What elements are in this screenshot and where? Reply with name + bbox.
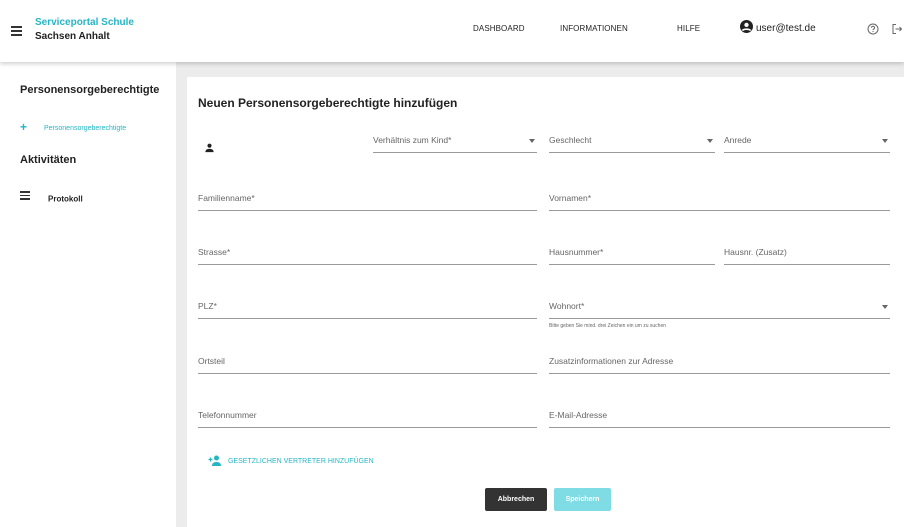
phone-field[interactable]: Telefonnummer <box>198 404 537 428</box>
person-icon <box>204 140 215 158</box>
brand-title: Serviceportal Schule <box>35 17 134 28</box>
nav-hilfe[interactable]: HILFE <box>677 24 700 33</box>
sidebar-item-add-guardian[interactable]: + Personensorgeberechtigte <box>20 120 126 134</box>
housenumber-extra-field[interactable]: Hausnr. (Zusatz) <box>724 241 890 265</box>
top-app-bar: Serviceportal Schule Sachsen Anhalt DASH… <box>0 0 904 62</box>
firstname-field[interactable]: Vornamen* <box>549 187 890 211</box>
sidebar-item-label: Protokoll <box>48 194 83 204</box>
email-field[interactable]: E-Mail-Adresse <box>549 404 890 428</box>
save-button[interactable]: Speichern <box>554 488 611 511</box>
chevron-down-icon <box>882 139 888 143</box>
add-representative-label: GESETZLICHEN VERTRETER HINZUFÜGEN <box>228 458 374 465</box>
guardian-form-card: Neuen Personensorgeberechtigte hinzufüge… <box>187 77 904 527</box>
person-add-icon <box>208 455 221 466</box>
chevron-down-icon <box>529 139 535 143</box>
page-title: Neuen Personensorgeberechtigte hinzufüge… <box>198 96 458 110</box>
account-circle-icon[interactable] <box>740 20 753 38</box>
chevron-down-icon <box>882 305 888 309</box>
salutation-select[interactable]: Anrede <box>724 129 890 153</box>
menu-icon[interactable] <box>11 26 22 36</box>
city-hint: Bitte geben Sie mind. drei Zeichen ein u… <box>549 323 667 329</box>
lastname-field[interactable]: Familienname* <box>198 187 537 211</box>
add-representative-button[interactable]: GESETZLICHEN VERTRETER HINZUFÜGEN <box>208 455 374 466</box>
address-info-field[interactable]: Zusatzinformationen zur Adresse <box>549 350 890 374</box>
gender-select[interactable]: Geschlecht <box>549 129 715 153</box>
sidebar-heading-activities: Aktivitäten <box>20 154 77 166</box>
logout-icon[interactable] <box>891 22 903 40</box>
list-icon <box>20 191 30 202</box>
sidebar-item-protokoll[interactable]: Protokoll <box>20 191 83 204</box>
street-field[interactable]: Strasse* <box>198 241 537 265</box>
user-email[interactable]: user@test.de <box>756 23 816 34</box>
housenumber-field[interactable]: Hausnummer* <box>549 241 715 265</box>
cancel-button[interactable]: Abbrechen <box>485 488 547 511</box>
city-select[interactable]: Wohnort* <box>549 295 890 319</box>
help-icon[interactable] <box>867 22 879 40</box>
district-field[interactable]: Ortsteil <box>198 350 537 374</box>
chevron-down-icon <box>707 139 713 143</box>
relation-select[interactable]: Verhältnis zum Kind* <box>373 129 537 153</box>
zip-field[interactable]: PLZ* <box>198 295 537 319</box>
brand-subtitle: Sachsen Anhalt <box>35 31 110 42</box>
sidebar: Personensorgeberechtigte + Personensorgeb… <box>0 62 176 527</box>
nav-informationen[interactable]: INFORMATIONEN <box>560 24 628 33</box>
plus-icon: + <box>20 120 28 134</box>
sidebar-heading-guardians: Personensorgeberechtigte <box>20 84 160 96</box>
sidebar-item-label: Personensorgeberechtigte <box>44 125 127 132</box>
nav-dashboard[interactable]: DASHBOARD <box>473 24 525 33</box>
